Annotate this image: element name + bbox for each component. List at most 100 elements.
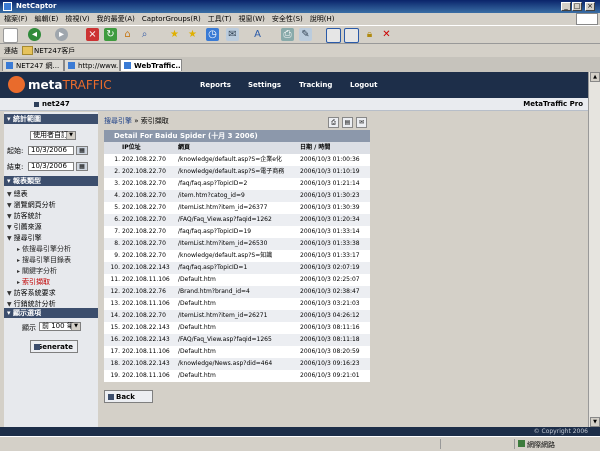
generate-button[interactable]: Generate	[30, 340, 78, 353]
back-button[interactable]: Back	[104, 390, 153, 403]
lock-icon[interactable]: 🔒︎	[363, 28, 376, 41]
forward-icon[interactable]: ▸	[55, 28, 68, 41]
nav-search-engines[interactable]: ▼ 搜尋引擎	[7, 233, 42, 243]
print-report-icon[interactable]: ⎙	[328, 117, 339, 128]
tab-net247[interactable]: NET247 網...	[2, 59, 64, 71]
print-icon[interactable]: ⎙	[281, 28, 294, 41]
search-icon[interactable]: ⌕	[138, 28, 151, 41]
scroll-up-icon[interactable]: ▲	[590, 72, 600, 82]
page-link[interactable]: /item.htm?catog_id=9	[178, 190, 296, 202]
show-count-select[interactable]: 前 100 筆 ▼	[39, 322, 81, 331]
menu-help[interactable]: 說明(H)	[310, 13, 335, 25]
edit-icon[interactable]: ✎	[299, 28, 312, 41]
page-link[interactable]: /knowledge/News.asp?did=464	[178, 358, 296, 370]
page-link[interactable]: /Default.htm	[178, 322, 296, 334]
nav-by-search-engine[interactable]: ▸ 依搜尋引擎分析	[17, 244, 71, 254]
font-size-icon[interactable]: A	[251, 28, 264, 41]
breadcrumb: 搜尋引擎 » 索引擷取	[104, 116, 169, 126]
end-calendar-icon[interactable]: ▦	[76, 162, 88, 171]
page-link[interactable]: /Default.htm	[178, 370, 296, 382]
menu-window[interactable]: 視窗(W)	[238, 13, 264, 25]
minimize-button[interactable]: _	[561, 2, 571, 11]
links-item[interactable]: NET247客戶	[34, 46, 75, 56]
scroll-down-icon[interactable]: ▼	[590, 417, 600, 427]
nav-summary[interactable]: ▼ 總表	[7, 189, 28, 199]
page-link[interactable]: /knowledge/default.asp?S=知識	[178, 250, 296, 262]
page-link[interactable]: /Default.htm	[178, 274, 296, 286]
nav-visitor-systems[interactable]: ▼ 訪客系統要求	[7, 288, 56, 298]
stop-icon[interactable]: ×	[86, 28, 99, 41]
page-link[interactable]: /ItemList.htm?item_id=26530	[178, 238, 296, 250]
tab-label: WebTraffic...	[134, 62, 182, 70]
page-link[interactable]: /knowledge/default.asp?S=電子商務	[178, 166, 296, 178]
page-link[interactable]: /FAQ/Faq_View.asp?faqid=1262	[178, 214, 296, 226]
internet-zone-icon	[518, 440, 525, 447]
product-name: MetaTraffic Pro	[523, 100, 583, 108]
menu-captorgroups[interactable]: CaptorGroups(R)	[142, 13, 201, 25]
favorites-icon[interactable]: ★	[168, 28, 181, 41]
mail-icon[interactable]: ✉	[226, 28, 239, 41]
start-date-input[interactable]: 10/3/2006	[28, 146, 74, 155]
table-title: Detail For Baidu Spider (十月 3 2006)	[104, 130, 370, 142]
page-link[interactable]: /faq/faq.asp?TopicID=19	[178, 226, 296, 238]
menu-edit[interactable]: 編輯(E)	[35, 13, 59, 25]
menu-view[interactable]: 檢視(V)	[65, 13, 89, 25]
windows-logo-icon	[576, 13, 598, 25]
end-date-input[interactable]: 10/3/2006	[28, 162, 74, 171]
export-icon[interactable]: ▤	[342, 117, 353, 128]
tab-http[interactable]: http://www...	[64, 59, 120, 71]
maximize-button[interactable]: □	[572, 2, 582, 11]
page-link[interactable]: /Default.htm	[178, 298, 296, 310]
page-view-icon[interactable]	[326, 28, 341, 43]
nav-keyword-analysis[interactable]: ▸ 關鍵字分析	[17, 266, 57, 276]
page-link[interactable]: /ItemList.htm?item_id=26377	[178, 202, 296, 214]
menu-file[interactable]: 檔案(F)	[4, 13, 28, 25]
back-arrow-icon	[108, 394, 114, 400]
col-page-header: 網頁	[178, 144, 191, 151]
back-icon[interactable]: ◂	[28, 28, 41, 41]
table-row: 8. 202.108.22.70/ItemList.htm?item_id=265…	[104, 238, 370, 250]
page-link[interactable]: /Default.htm	[178, 346, 296, 358]
nav-logout[interactable]: Logout	[350, 81, 377, 89]
breadcrumb-link[interactable]: 搜尋引擎	[104, 117, 132, 125]
close-tab-icon[interactable]: ✕	[380, 28, 393, 41]
nav-referrers[interactable]: ▼ 引薦來源	[7, 222, 42, 232]
new-page-icon[interactable]	[3, 28, 18, 43]
zone-label: 網際網路	[527, 441, 555, 449]
home-icon[interactable]: ⌂	[121, 28, 134, 41]
nav-search-engine-directory[interactable]: ▸ 搜尋引擎目錄表	[17, 255, 71, 265]
start-calendar-icon[interactable]: ▦	[76, 146, 88, 155]
page-link[interactable]: /knowledge/default.asp?S=企業e化	[178, 154, 296, 166]
section-report-header[interactable]: ▾ 報表類型	[4, 176, 98, 186]
menu-favorites[interactable]: 我的最愛(A)	[97, 13, 135, 25]
page-link[interactable]: /Brand.htm?brand_id=4	[178, 286, 296, 298]
menu-tools[interactable]: 工具(T)	[208, 13, 232, 25]
menu-security[interactable]: 安全性(S)	[272, 13, 303, 25]
section-range-header[interactable]: ▾ 統計範圍	[4, 114, 98, 124]
add-favorite-icon[interactable]: ★	[186, 28, 199, 41]
nav-settings[interactable]: Settings	[248, 81, 281, 89]
table-row: 19. 202.108.11.106/Default.htm 2006/10/3 0…	[104, 370, 370, 382]
logo-text: metaTRAFFIC	[28, 78, 112, 92]
range-select[interactable]: 使用者自訂 ▼	[30, 131, 76, 140]
nav-tracking[interactable]: Tracking	[299, 81, 332, 89]
tab-webtraffic[interactable]: WebTraffic...	[120, 59, 182, 71]
close-window-button[interactable]: ×	[585, 2, 595, 11]
email-report-icon[interactable]: ✉	[356, 117, 367, 128]
links-label: 連結	[4, 47, 18, 55]
page-link[interactable]: /faq/faq.asp?TopicID=2	[178, 178, 296, 190]
page-link[interactable]: /faq/faq.asp?TopicID=1	[178, 262, 296, 274]
nav-pageview-analysis[interactable]: ▼ 瀏覽網頁分析	[7, 200, 56, 210]
nav-reports[interactable]: Reports	[200, 81, 231, 89]
tab-label: NET247 網...	[16, 62, 60, 70]
refresh-icon[interactable]: ↻	[104, 28, 117, 41]
tab-label: http://www...	[78, 62, 120, 70]
page-link[interactable]: /FAQ/Faq_View.asp?faqid=1265	[178, 334, 296, 346]
nav-index-crawl[interactable]: ▸ 索引擷取	[17, 277, 50, 287]
history-icon[interactable]: ◷	[206, 28, 219, 41]
window-view-icon[interactable]	[344, 28, 359, 43]
page-link[interactable]: /ItemList.htm?item_id=26271	[178, 310, 296, 322]
nav-visitor-stats[interactable]: ▼ 訪客統計	[7, 211, 42, 221]
vertical-scrollbar[interactable]: ▲ ▼	[588, 72, 600, 427]
section-display-header[interactable]: ▾ 顯示選項	[4, 308, 98, 318]
